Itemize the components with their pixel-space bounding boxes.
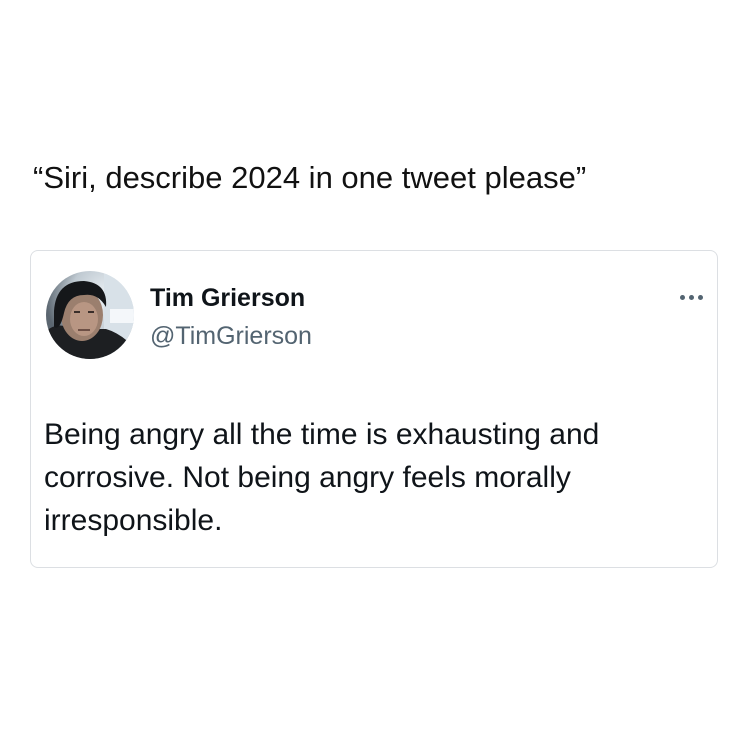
- tweet-card[interactable]: Tim Grierson @TimGrierson Being angry al…: [30, 250, 718, 568]
- avatar[interactable]: [46, 271, 134, 359]
- avatar-photo: [46, 271, 134, 359]
- tweet-text: Being angry all the time is exhausting a…: [44, 413, 704, 542]
- more-dot: [688, 294, 694, 300]
- tweet-text-line: irresponsible.: [44, 504, 223, 537]
- author-handle[interactable]: @TimGrierson: [150, 320, 312, 352]
- more-dot: [697, 294, 703, 300]
- more-dot: [679, 294, 685, 300]
- tweet-text-line: corrosive. Not being angry feels morally: [44, 461, 571, 494]
- tweet-text-line: Being angry all the time is exhausting a…: [44, 418, 600, 451]
- caption-text: “Siri, describe 2024 in one tweet please…: [33, 160, 587, 195]
- more-horizontal-icon[interactable]: [674, 287, 708, 307]
- author-name[interactable]: Tim Grierson: [150, 282, 305, 314]
